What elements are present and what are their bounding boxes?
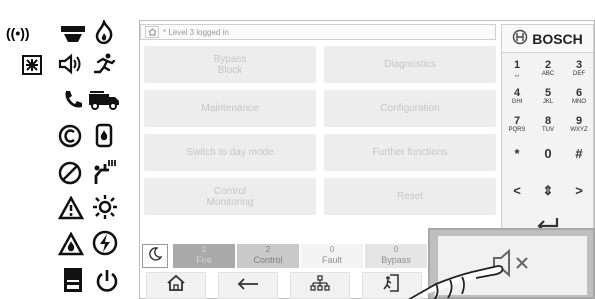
network-icon — [310, 275, 330, 296]
speaker-icon — [58, 53, 84, 75]
key-1[interactable]: 1 ␣ — [506, 59, 528, 81]
switch-day-mode-button[interactable]: Switch to day mode — [144, 134, 316, 171]
sun-icon — [92, 194, 118, 220]
fire-warning-triangle-icon — [58, 232, 84, 256]
maintenance-button[interactable]: Maintenance — [144, 90, 316, 127]
phone-icon — [62, 88, 84, 110]
status-bar: * Level 3 logged in — [140, 24, 496, 40]
warning-triangle-icon — [58, 196, 84, 220]
key-7[interactable]: 7 PQRS — [506, 115, 528, 137]
night-mode-button[interactable] — [142, 244, 168, 268]
printer-icon — [62, 266, 84, 294]
running-person-icon — [92, 52, 116, 76]
bosch-logo-icon — [512, 29, 528, 48]
extinguisher-icon — [94, 122, 114, 148]
bottom-nav — [140, 272, 430, 299]
home-mini-icon[interactable] — [145, 26, 159, 38]
login-status-text: * Level 3 logged in — [163, 27, 229, 37]
moon-icon — [148, 246, 163, 266]
home-icon — [166, 274, 186, 297]
nav-right-button[interactable]: > — [565, 180, 593, 202]
key-6[interactable]: 6 MNO — [568, 87, 590, 109]
flashing-siren-icon — [60, 24, 86, 44]
copyright-c-icon — [58, 124, 84, 148]
tab-fire[interactable]: 2 Fire — [173, 244, 235, 268]
brand-name: BOSCH — [532, 30, 583, 47]
key-4[interactable]: 4 GHI — [506, 87, 528, 109]
radio-transmission-icon: ((•)) — [6, 23, 40, 43]
lightning-icon — [92, 230, 118, 256]
back-arrow-icon — [237, 277, 259, 295]
configuration-button[interactable]: Configuration — [324, 90, 496, 127]
key-5[interactable]: 5 JKL — [537, 87, 559, 109]
back-button[interactable] — [218, 272, 278, 299]
power-icon — [94, 268, 120, 294]
prohibited-icon — [58, 161, 82, 185]
bypass-block-button[interactable]: Bypass Block — [144, 46, 316, 83]
key-9[interactable]: 9 WXYZ — [568, 115, 590, 137]
further-functions-button[interactable]: Further functions — [324, 134, 496, 171]
key-star[interactable]: * — [506, 143, 528, 165]
control-monitoring-button[interactable]: Control Monitoring — [144, 178, 316, 215]
svg-text:((•)): ((•)) — [6, 25, 30, 41]
home-button[interactable] — [146, 272, 206, 299]
diagnostics-button[interactable]: Diagnostics — [324, 46, 496, 83]
logout-icon — [382, 274, 402, 297]
network-button[interactable] — [290, 272, 350, 299]
touch-hand-icon — [406, 262, 506, 299]
fire-truck-icon — [88, 90, 120, 110]
key-8[interactable]: 8 TUV — [537, 115, 559, 137]
tab-control[interactable]: 2 Control — [237, 244, 299, 268]
key-2[interactable]: 2 ABC — [537, 59, 559, 81]
key-3[interactable]: 3 DEF — [568, 59, 590, 81]
tab-fault[interactable]: 0 Fault — [301, 244, 363, 268]
nav-left-button[interactable]: < — [503, 180, 531, 202]
sprinkler-icon — [92, 158, 118, 186]
alarm-box-icon — [22, 55, 42, 75]
brand-logo: BOSCH — [502, 25, 593, 53]
key-hash[interactable]: # — [568, 143, 590, 165]
keypad: BOSCH 1 ␣ 2 ABC 3 DEF 4 GHI 5 JKL 6 MNO 7 PQRS … — [501, 24, 594, 241]
key-0[interactable]: 0 — [537, 143, 559, 165]
fire-flame-icon — [94, 20, 114, 44]
nav-updown-button[interactable]: ⇕ — [534, 180, 562, 202]
indicator-panel: ((•)) — [0, 18, 130, 299]
reset-button[interactable]: Reset — [324, 178, 496, 215]
